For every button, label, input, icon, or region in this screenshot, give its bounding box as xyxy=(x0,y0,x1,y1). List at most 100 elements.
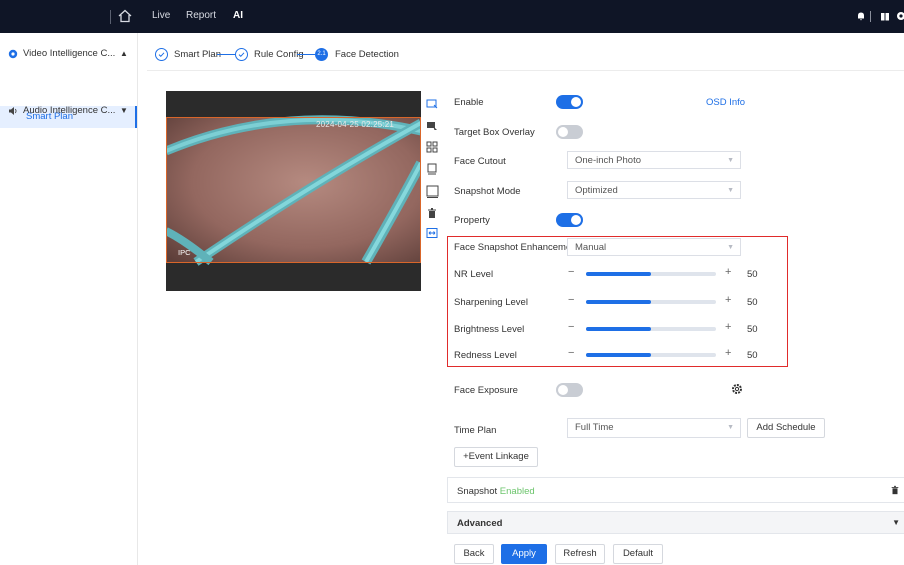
sidebar-item-label: Video Intelligence C... xyxy=(23,48,116,59)
plus-icon[interactable]: + xyxy=(725,347,731,359)
property-label: Property xyxy=(454,215,490,226)
redness-level-slider[interactable] xyxy=(586,353,716,357)
chevron-down-icon: ▼ xyxy=(727,157,734,164)
snapshot-mode-label: Snapshot Mode xyxy=(454,186,521,197)
preview-channel-label: IPC xyxy=(178,248,191,257)
brightness-level-slider[interactable] xyxy=(586,327,716,331)
time-plan-select[interactable]: Full Time ▼ xyxy=(567,418,741,438)
face-exposure-label: Face Exposure xyxy=(454,385,518,396)
slider-fill xyxy=(586,353,651,357)
plus-icon[interactable]: + xyxy=(725,294,731,306)
topbar-divider xyxy=(110,10,111,24)
minus-icon[interactable]: − xyxy=(568,294,574,306)
target-box-label: Target Box Overlay xyxy=(454,127,535,138)
nr-level-slider[interactable] xyxy=(586,272,716,276)
settings-icon[interactable] xyxy=(896,11,904,21)
snapshot-status: Enabled xyxy=(499,486,535,497)
target-box-toggle[interactable] xyxy=(556,125,583,139)
enhancement-label: Face Snapshot Enhancement xyxy=(454,242,580,253)
add-schedule-button[interactable]: Add Schedule xyxy=(747,418,825,438)
time-plan-label: Time Plan xyxy=(454,425,497,436)
slider-value: 50 xyxy=(747,269,758,280)
chevron-down-icon: ▼ xyxy=(727,244,734,251)
slider-label: Sharpening Level xyxy=(454,297,528,308)
step-bar: Smart Plan Rule Config 2.1 Face Detectio… xyxy=(147,33,904,71)
minus-icon[interactable]: − xyxy=(568,266,574,278)
video-ai-icon xyxy=(8,43,18,67)
snapshot-mode-select[interactable]: Optimized ▼ xyxy=(567,181,741,199)
grid-icon[interactable] xyxy=(425,141,439,155)
select-value: Optimized xyxy=(575,185,618,196)
step-done-icon xyxy=(235,48,248,61)
main-content: Smart Plan Rule Config 2.1 Face Detectio… xyxy=(147,33,904,565)
event-linkage-button[interactable]: +Event Linkage xyxy=(454,447,538,467)
select-value: Full Time xyxy=(575,422,614,433)
plus-icon[interactable]: + xyxy=(725,321,731,333)
min-size-icon[interactable] xyxy=(425,163,439,177)
slider-label: Brightness Level xyxy=(454,324,525,335)
chevron-down-icon: ▼ xyxy=(727,187,734,194)
nav-report[interactable]: Report xyxy=(186,10,216,21)
default-button[interactable]: Default xyxy=(613,544,663,564)
rectangle-draw-icon[interactable] xyxy=(425,98,439,112)
sidebar: Video Intelligence C... ▲ Smart Plan Aud… xyxy=(0,33,138,565)
slider-fill xyxy=(586,327,651,331)
slider-value: 50 xyxy=(747,324,758,335)
slider-label: NR Level xyxy=(454,269,494,280)
sidebar-item-audio-intelligence[interactable]: Audio Intelligence C... ▼ xyxy=(0,100,137,122)
slider-fill xyxy=(586,272,651,276)
top-bar: Live Report AI xyxy=(0,0,904,33)
step-smart-plan[interactable]: Smart Plan xyxy=(174,49,221,60)
advanced-panel[interactable]: Advanced ▼ xyxy=(447,511,904,534)
select-value: One-inch Photo xyxy=(575,155,642,166)
video-preview[interactable]: 2024-04-25 02:25:21 IPC xyxy=(166,91,421,291)
max-size-icon[interactable] xyxy=(425,185,439,199)
face-exposure-toggle[interactable] xyxy=(556,383,583,397)
rectangle-cursor-icon[interactable] xyxy=(425,120,439,134)
step-connector xyxy=(217,54,235,55)
sidebar-item-label: Audio Intelligence C... xyxy=(23,105,116,116)
snapshot-panel-title: Snapshot Enabled xyxy=(457,486,535,497)
slider-value: 50 xyxy=(747,350,758,361)
audio-icon xyxy=(8,100,18,124)
face-cutout-select[interactable]: One-inch Photo ▼ xyxy=(567,151,741,169)
step-connector xyxy=(297,54,315,55)
back-button[interactable]: Back xyxy=(454,544,494,564)
step-face-detection[interactable]: Face Detection xyxy=(335,49,399,60)
chevron-down-icon: ▼ xyxy=(727,424,734,431)
chevron-up-icon: ▲ xyxy=(120,49,128,58)
property-toggle[interactable] xyxy=(556,213,583,227)
gear-icon[interactable] xyxy=(731,383,743,395)
gift-icon[interactable] xyxy=(880,11,890,21)
snapshot-label: Snapshot xyxy=(457,486,498,497)
osd-info-link[interactable]: OSD Info xyxy=(706,97,745,108)
delete-icon[interactable] xyxy=(890,485,900,498)
minus-icon[interactable]: − xyxy=(568,321,574,333)
chevron-down-icon: ▼ xyxy=(892,518,900,527)
chevron-down-icon: ▼ xyxy=(120,106,128,115)
plus-icon[interactable]: + xyxy=(725,266,731,278)
face-cutout-label: Face Cutout xyxy=(454,156,506,167)
select-value: Manual xyxy=(575,242,607,253)
enable-toggle[interactable] xyxy=(556,95,583,109)
slider-fill xyxy=(586,300,651,304)
home-icon[interactable] xyxy=(117,8,133,24)
advanced-label: Advanced xyxy=(457,518,503,529)
nav-ai[interactable]: AI xyxy=(233,10,243,21)
snapshot-panel[interactable]: Snapshot Enabled xyxy=(447,477,904,503)
minus-icon[interactable]: − xyxy=(568,347,574,359)
sharpening-level-slider[interactable] xyxy=(586,300,716,304)
refresh-button[interactable]: Refresh xyxy=(555,544,605,564)
sidebar-item-video-intelligence[interactable]: Video Intelligence C... ▲ xyxy=(0,43,137,65)
slider-value: 50 xyxy=(747,297,758,308)
fit-icon[interactable] xyxy=(425,227,439,241)
nav-live[interactable]: Live xyxy=(152,10,170,21)
step-number-badge: 2.1 xyxy=(315,48,328,61)
delete-icon[interactable] xyxy=(425,207,439,221)
enable-label: Enable xyxy=(454,97,484,108)
enhancement-select[interactable]: Manual ▼ xyxy=(567,238,741,256)
bell-icon[interactable] xyxy=(856,11,866,21)
preview-timestamp: 2024-04-25 02:25:21 xyxy=(316,120,395,129)
slider-label: Redness Level xyxy=(454,350,517,361)
apply-button[interactable]: Apply xyxy=(501,544,547,564)
